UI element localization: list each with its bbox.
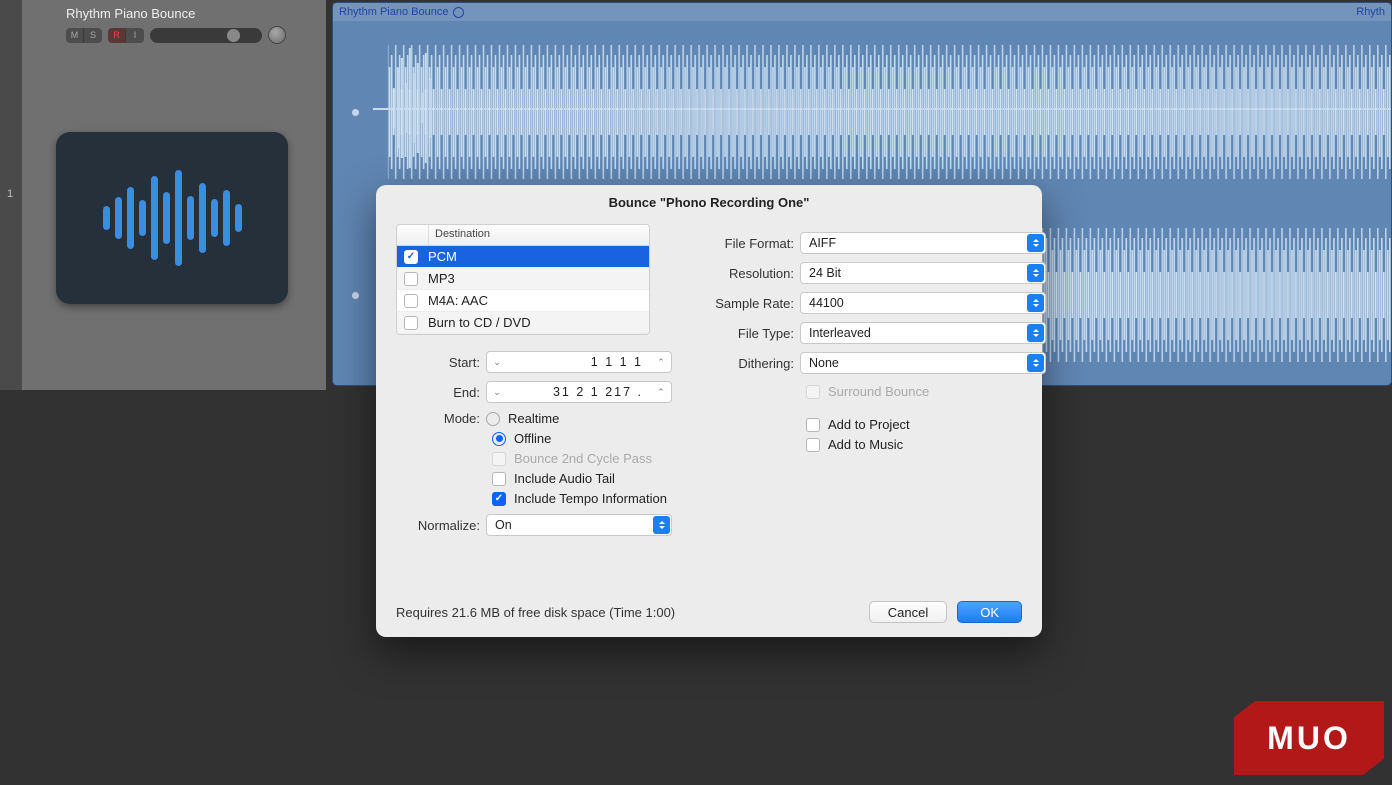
start-position-input[interactable]: ⌄ 1 1 1 1 ⌃ [486,351,672,373]
sample-rate-select[interactable]: 44100 [800,292,1046,314]
stepper-icon[interactable] [1027,234,1044,252]
normalize-value: On [495,518,512,532]
mute-button[interactable]: M [66,28,84,43]
include-tail-label: Include Audio Tail [514,471,615,486]
volume-slider[interactable] [150,28,262,43]
file-type-value: Interleaved [809,326,871,340]
surround-label: Surround Bounce [828,384,929,399]
chevron-up-icon[interactable]: ⌃ [651,357,671,368]
checkbox-icon[interactable] [404,272,418,286]
mode-label: Mode: [396,411,486,426]
track-icon[interactable] [56,132,288,304]
destination-table: Destination PCM MP3 M4A: AAC Burn to CD … [396,224,650,335]
file-format-value: AIFF [809,236,836,250]
ok-button[interactable]: OK [957,601,1022,623]
checkbox-icon[interactable] [404,250,418,264]
dialog-title: Bounce "Phono Recording One" [376,185,1042,224]
end-label: End: [396,385,486,400]
sample-rate-label: Sample Rate: [706,296,800,311]
end-value[interactable]: 31 2 1 217 . [507,385,651,399]
bounce-dialog: Bounce "Phono Recording One" Destination… [376,185,1042,637]
resolution-label: Resolution: [706,266,800,281]
destination-label: MP3 [428,271,455,286]
destination-header: Destination [429,225,496,245]
include-tempo-label: Include Tempo Information [514,491,667,506]
checkbox-add-music[interactable] [806,438,820,452]
track-number: 1 [7,188,13,200]
checkbox-bounce-2nd [492,452,506,466]
file-format-label: File Format: [706,236,800,251]
track-number-strip: 1 [0,0,22,390]
track-panel: 1 Rhythm Piano Bounce M S R I [0,0,326,390]
input-button[interactable]: I [126,28,144,43]
dithering-label: Dithering: [706,356,800,371]
destination-row-burn[interactable]: Burn to CD / DVD [397,312,649,334]
chevron-up-icon[interactable]: ⌃ [651,387,671,398]
dithering-value: None [809,356,839,370]
resolution-value: 24 Bit [809,266,841,280]
checkbox-add-project[interactable] [806,418,820,432]
checkbox-icon[interactable] [404,294,418,308]
track-name[interactable]: Rhythm Piano Bounce [66,6,195,21]
start-value[interactable]: 1 1 1 1 [507,355,651,369]
pan-knob[interactable] [268,26,286,44]
radio-offline[interactable] [492,432,506,446]
file-type-select[interactable]: Interleaved [800,322,1046,344]
record-button[interactable]: R [108,28,126,43]
destination-row-m4a[interactable]: M4A: AAC [397,290,649,312]
stepper-icon[interactable] [1027,324,1044,342]
stepper-icon[interactable] [1027,354,1044,372]
stepper-icon[interactable] [1027,294,1044,312]
checkbox-surround [806,385,820,399]
footer-status: Requires 21.6 MB of free disk space (Tim… [396,605,675,620]
add-project-label: Add to Project [828,417,910,432]
resolution-select[interactable]: 24 Bit [800,262,1046,284]
waveform-icon [333,37,1391,187]
chevron-down-icon[interactable]: ⌄ [487,387,507,398]
destination-label: Burn to CD / DVD [428,315,531,330]
muo-logo: MUO [1234,701,1384,775]
sample-rate-value: 44100 [809,296,844,310]
stepper-icon[interactable] [1027,264,1044,282]
stepper-icon[interactable] [653,516,670,534]
normalize-label: Normalize: [396,518,486,533]
mode-realtime-label: Realtime [508,411,559,426]
start-label: Start: [396,355,486,370]
cancel-button[interactable]: Cancel [869,601,947,623]
checkbox-include-tail[interactable] [492,472,506,486]
destination-label: PCM [428,249,457,264]
loop-icon[interactable] [453,7,464,18]
solo-button[interactable]: S [84,28,102,43]
normalize-select[interactable]: On [486,514,672,536]
clip-name: Rhythm Piano Bounce [339,6,448,18]
checkbox-icon[interactable] [404,316,418,330]
dithering-select[interactable]: None [800,352,1046,374]
mode-offline-label: Offline [514,431,551,446]
audio-bars-icon [103,170,242,266]
clip-name-right: Rhyth [1356,6,1385,18]
checkbox-include-tempo[interactable] [492,492,506,506]
clip-header: Rhythm Piano Bounce Rhyth [333,3,1391,21]
file-format-select[interactable]: AIFF [800,232,1046,254]
track-rec-buttons: R I [108,28,144,43]
radio-realtime[interactable] [486,412,500,426]
end-position-input[interactable]: ⌄ 31 2 1 217 . ⌃ [486,381,672,403]
bounce-2nd-label: Bounce 2nd Cycle Pass [514,451,652,466]
destination-row-mp3[interactable]: MP3 [397,268,649,290]
chevron-down-icon[interactable]: ⌄ [487,357,507,368]
file-type-label: File Type: [706,326,800,341]
destination-label: M4A: AAC [428,293,488,308]
add-music-label: Add to Music [828,437,903,452]
muo-watermark: MUO [1234,701,1384,775]
track-mode-buttons: M S [66,28,102,43]
destination-row-pcm[interactable]: PCM [397,246,649,268]
